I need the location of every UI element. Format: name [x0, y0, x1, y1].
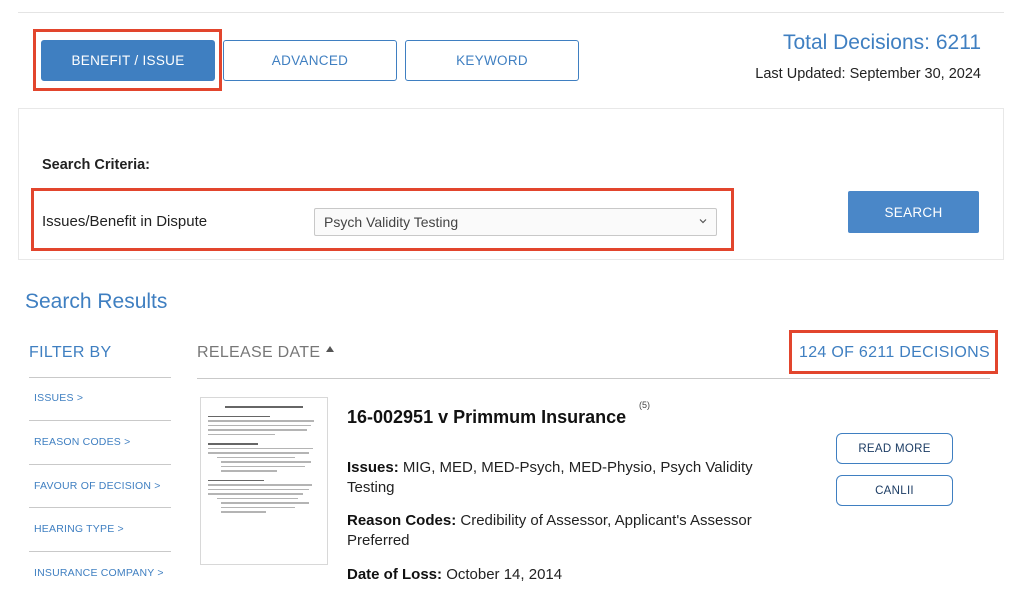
filter-hearing-type[interactable]: HEARING TYPE >	[34, 523, 124, 535]
sort-caret-up-icon	[326, 346, 335, 352]
sort-label: RELEASE DATE	[197, 344, 321, 361]
reason-codes-label: Reason Codes:	[347, 512, 457, 529]
filter-divider	[29, 377, 171, 378]
filter-by-heading: FILTER BY	[29, 344, 112, 361]
chevron-down-icon	[699, 219, 707, 224]
tab-keyword[interactable]: KEYWORD	[405, 40, 579, 81]
search-button[interactable]: SEARCH	[848, 191, 979, 233]
filter-favour-of-decision[interactable]: FAVOUR OF DECISION >	[34, 480, 161, 492]
date-of-loss-label: Date of Loss:	[347, 566, 443, 583]
read-more-button[interactable]: READ MORE	[836, 433, 953, 464]
results-divider	[197, 378, 990, 379]
issues-label: Issues:	[347, 459, 399, 476]
decision-badge: (5)	[639, 400, 650, 410]
filter-divider	[29, 464, 171, 465]
decision-date-of-loss: Date of Loss: October 14, 2014	[347, 565, 797, 585]
tab-advanced[interactable]: ADVANCED	[223, 40, 397, 81]
decision-thumbnail[interactable]	[200, 397, 328, 565]
filter-issues[interactable]: ISSUES >	[34, 392, 83, 404]
decision-title[interactable]: 16-002951 v Primmum Insurance	[347, 407, 626, 428]
sort-release-date[interactable]: RELEASE DATE	[197, 344, 335, 362]
issues-benefit-select[interactable]: Psych Validity Testing	[314, 208, 717, 236]
top-divider	[18, 12, 1004, 13]
last-updated: Last Updated: September 30, 2024	[755, 66, 981, 82]
filter-divider	[29, 551, 171, 552]
filter-reason-codes[interactable]: REASON CODES >	[34, 436, 130, 448]
issues-benefit-selected-value: Psych Validity Testing	[324, 214, 459, 230]
decision-issues: Issues: MIG, MED, MED-Psych, MED-Physio,…	[347, 458, 797, 497]
total-decisions: Total Decisions: 6211	[782, 31, 981, 54]
search-results-title: Search Results	[25, 290, 168, 313]
results-count: 124 OF 6211 DECISIONS	[799, 344, 990, 361]
filter-divider	[29, 420, 171, 421]
canlii-button[interactable]: CANLII	[836, 475, 953, 506]
date-of-loss-value: October 14, 2014	[446, 566, 563, 583]
search-criteria-title: Search Criteria:	[42, 157, 150, 173]
issues-value: MIG, MED, MED-Psych, MED-Physio, Psych V…	[347, 459, 753, 496]
filter-divider	[29, 507, 171, 508]
filter-insurance-company[interactable]: INSURANCE COMPANY >	[34, 567, 164, 579]
decision-reason-codes: Reason Codes: Credibility of Assessor, A…	[347, 511, 797, 550]
issues-benefit-label: Issues/Benefit in Dispute	[42, 213, 208, 230]
tab-benefit-issue[interactable]: BENEFIT / ISSUE	[41, 40, 215, 81]
